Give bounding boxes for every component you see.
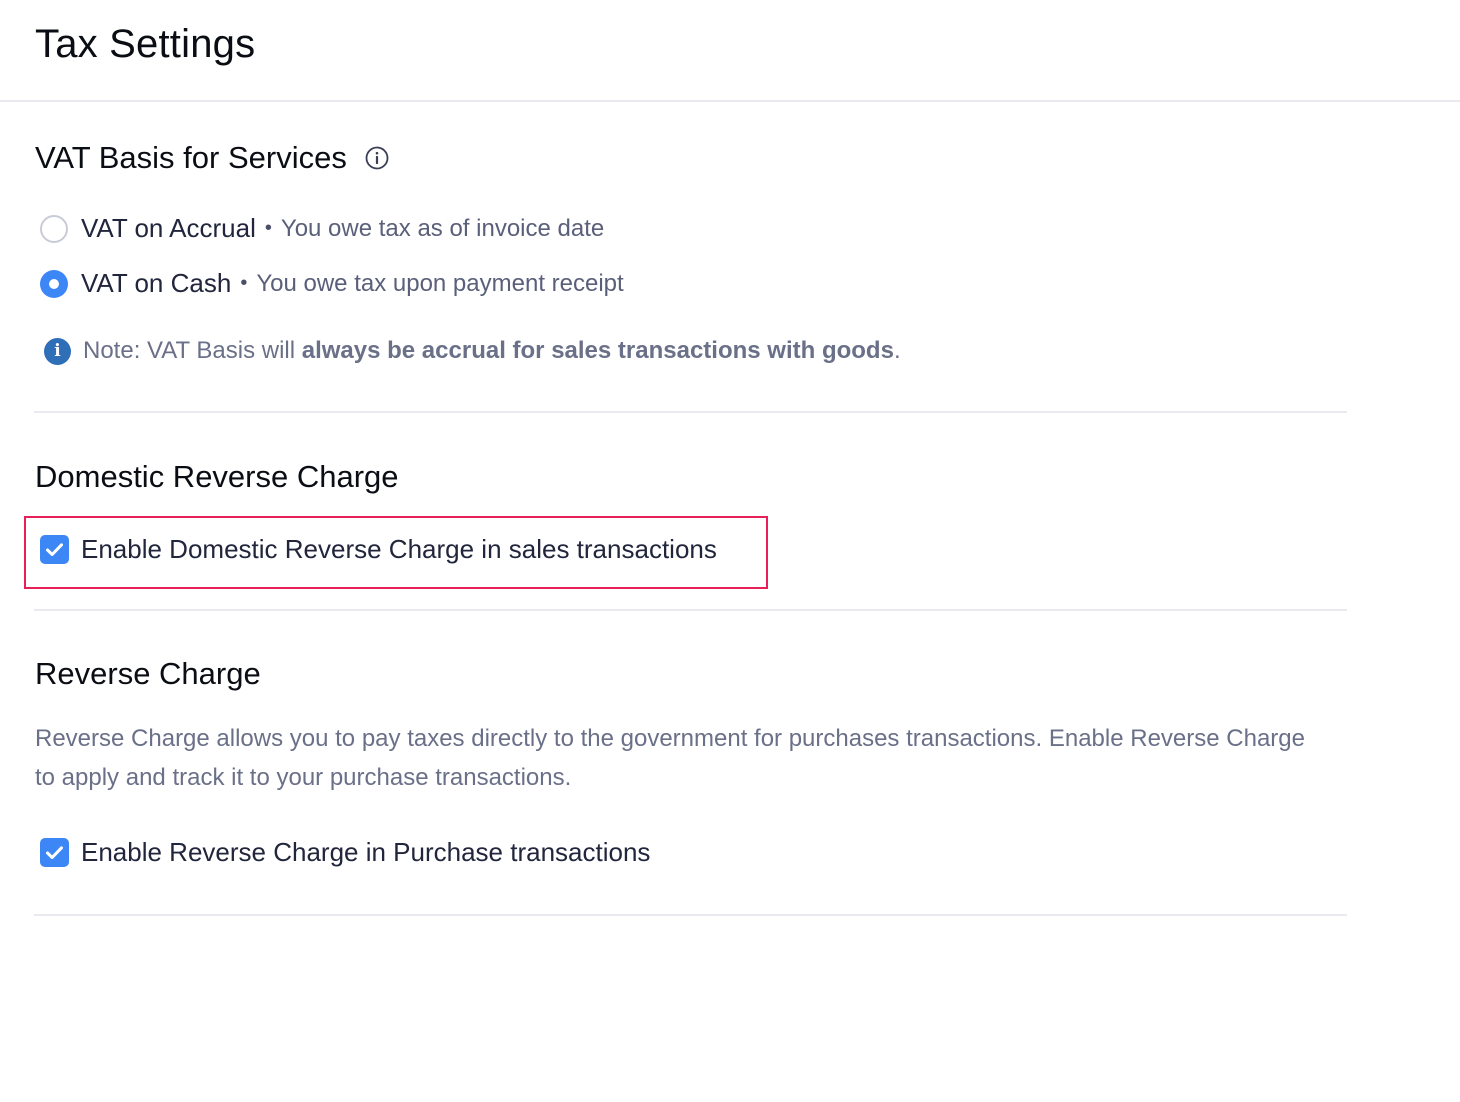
- check-icon: [46, 543, 63, 556]
- note-prefix: Note: VAT Basis will: [83, 337, 302, 364]
- reverse-charge-label: Enable Reverse Charge in Purchase transa…: [81, 837, 651, 867]
- info-outline-icon[interactable]: [365, 146, 389, 170]
- option-separator: •: [264, 217, 272, 239]
- vat-basis-title: VAT Basis for Services: [35, 140, 389, 176]
- reverse-charge-checkbox[interactable]: [40, 838, 69, 867]
- vat-on-accrual-label: VAT on Accrual: [81, 213, 256, 243]
- note-text: Note: VAT Basis will always be accrual f…: [83, 337, 901, 365]
- enable-domestic-reverse-charge-option[interactable]: Enable Domestic Reverse Charge in sales …: [40, 534, 717, 565]
- check-icon: [46, 846, 63, 859]
- vat-on-cash-option[interactable]: VAT on Cash • You owe tax upon payment r…: [40, 268, 624, 299]
- enable-reverse-charge-option[interactable]: Enable Reverse Charge in Purchase transa…: [40, 837, 650, 868]
- info-outline-icon-svg: [365, 146, 389, 170]
- reverse-charge-section: Reverse Charge Reverse Charge allows you…: [34, 611, 1347, 916]
- vat-on-accrual-description: You owe tax as of invoice date: [280, 214, 605, 242]
- reverse-charge-title: Reverse Charge: [35, 656, 261, 691]
- note-suffix: .: [893, 337, 901, 364]
- page-title: Tax Settings: [35, 22, 256, 66]
- tax-settings-page: Tax Settings VAT Basis for Services VAT …: [0, 0, 1460, 1102]
- vat-on-accrual-option[interactable]: VAT on Accrual • You owe tax as of invoi…: [40, 213, 604, 244]
- domestic-reverse-charge-label: Enable Domestic Reverse Charge in sales …: [81, 534, 717, 564]
- domestic-reverse-charge-title: Domestic Reverse Charge: [35, 459, 399, 494]
- option-separator: •: [240, 272, 248, 294]
- page-header: Tax Settings: [0, 0, 1460, 102]
- vat-basis-section: VAT Basis for Services VAT on Accrual • …: [34, 102, 1347, 413]
- vat-on-cash-description: You owe tax upon payment receipt: [256, 269, 624, 297]
- vat-on-cash-radio[interactable]: [40, 269, 68, 298]
- reverse-charge-description: Reverse Charge allows you to pay taxes d…: [35, 725, 1305, 791]
- note-emphasis: always be accrual for sales transactions…: [301, 337, 894, 364]
- vat-basis-title-text: VAT Basis for Services: [35, 140, 347, 175]
- domestic-reverse-charge-section: Domestic Reverse Charge Enable Domestic …: [24, 413, 1347, 611]
- domestic-reverse-charge-checkbox[interactable]: [40, 535, 69, 564]
- info-filled-icon: i: [44, 337, 71, 365]
- settings-content: VAT Basis for Services VAT on Accrual • …: [24, 102, 1347, 916]
- vat-on-accrual-radio[interactable]: [40, 214, 68, 243]
- vat-basis-note: i Note: VAT Basis will always be accrual…: [44, 337, 901, 365]
- vat-on-cash-label: VAT on Cash: [81, 268, 232, 298]
